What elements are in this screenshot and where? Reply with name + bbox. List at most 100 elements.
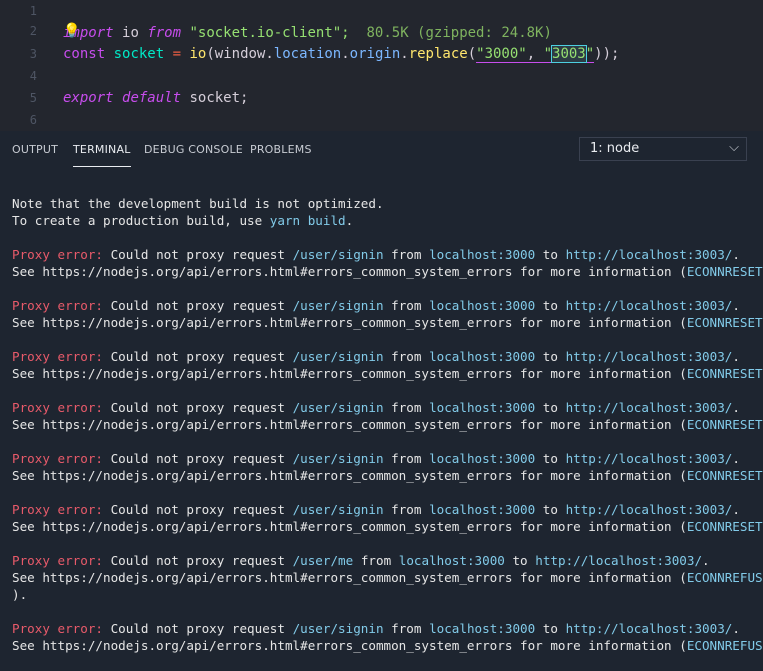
proxy-error-info-line: See https://nodejs.org/api/errors.html#e… — [12, 365, 757, 382]
tab-output[interactable]: OUTPUT — [12, 143, 58, 161]
terminal-select-value: 1: node — [590, 141, 639, 156]
code-line-6[interactable]: 6 — [0, 109, 763, 131]
proxy-error-line: Proxy error: Could not proxy request /us… — [12, 348, 757, 365]
bottom-panel: OUTPUT TERMINAL DEBUG CONSOLE PROBLEMS 1… — [0, 131, 763, 664]
terminal-text: . — [732, 451, 740, 466]
proxy-error-info-line: See https://nodejs.org/api/errors.html#e… — [12, 637, 757, 654]
terminal-text: to — [535, 247, 565, 262]
target-url: http://localhost:3003/ — [566, 451, 733, 466]
target-url: http://localhost:3003/ — [566, 298, 733, 313]
error-code: ECONNREFUSED — [687, 638, 763, 653]
proxy-error-line: Proxy error: Could not proxy request /us… — [12, 399, 757, 416]
terminal-select[interactable]: 1: node ⌵ — [579, 137, 747, 161]
terminal-text: from — [384, 349, 430, 364]
target-url: http://localhost:3003/ — [535, 553, 702, 568]
proxy-error-info-line: See https://nodejs.org/api/errors.html#e… — [12, 569, 757, 586]
terminal-text: Could not proxy request — [103, 349, 293, 364]
terminal-text: from — [384, 502, 430, 517]
proxy-error-line: Proxy error: Could not proxy request /us… — [12, 620, 757, 637]
terminal-text: See https://nodejs.org/api/errors.html#e… — [12, 417, 687, 432]
identifier-socket: socket; — [189, 90, 248, 106]
terminal-text: . — [732, 400, 740, 415]
code-line-2[interactable]: 2 💡 — [0, 20, 763, 42]
proxy-error-label: Proxy error: — [12, 502, 103, 517]
terminal-output[interactable]: Note that the development build is not o… — [12, 195, 757, 671]
terminal-blank-line — [12, 280, 757, 297]
terminal-text: . — [732, 349, 740, 364]
terminal-blank-line — [12, 654, 757, 671]
terminal-text: . — [346, 213, 354, 228]
code-line-5[interactable]: 5 export default socket; — [0, 87, 763, 109]
panel-tabs: OUTPUT TERMINAL DEBUG CONSOLE PROBLEMS 1… — [0, 131, 763, 169]
terminal-text: from — [384, 247, 430, 262]
terminal-text: See https://nodejs.org/api/errors.html#e… — [12, 519, 687, 534]
terminal-text: . — [702, 553, 710, 568]
code-editor[interactable]: 1 import io from "socket.io-client"; 80.… — [0, 0, 763, 131]
terminal-text: . — [732, 502, 740, 517]
proxy-error-label: Proxy error: — [12, 553, 103, 568]
dot: . — [341, 46, 349, 62]
line-number: 5 — [0, 87, 37, 109]
terminal-text: Could not proxy request — [103, 247, 293, 262]
terminal-text: See https://nodejs.org/api/errors.html#e… — [12, 638, 687, 653]
dot: . — [265, 46, 273, 62]
code-line-4[interactable]: 4 — [0, 65, 763, 87]
proxy-error-label: Proxy error: — [12, 247, 103, 262]
proxy-error-label: Proxy error: — [12, 298, 103, 313]
function-io: io — [189, 46, 206, 62]
proxy-error-label: Proxy error: — [12, 621, 103, 636]
tab-debug-console[interactable]: DEBUG CONSOLE — [144, 143, 243, 161]
operator-equals: = — [173, 46, 181, 62]
keyword-default: default — [122, 90, 181, 106]
terminal-text: . — [732, 621, 740, 636]
error-code: ECONNRESET — [687, 519, 763, 534]
terminal-text: from — [384, 400, 430, 415]
tab-terminal[interactable]: TERMINAL — [73, 143, 131, 167]
line-number: 2 — [0, 20, 37, 42]
terminal-text: Could not proxy request — [103, 502, 293, 517]
prop-origin: origin — [350, 46, 401, 62]
proxy-error-line: Proxy error: Could not proxy request /us… — [12, 501, 757, 518]
line-number: 4 — [0, 65, 37, 87]
keyword-const: const — [63, 46, 105, 62]
target-url: http://localhost:3003/ — [566, 502, 733, 517]
proxy-error-info-line: See https://nodejs.org/api/errors.html#e… — [12, 518, 757, 535]
terminal-text: to — [535, 451, 565, 466]
code-line-1[interactable]: 1 import io from "socket.io-client"; 80.… — [0, 0, 763, 22]
terminal-blank-line — [12, 484, 757, 501]
terminal-blank-line — [12, 382, 757, 399]
source-host: localhost:3000 — [429, 298, 535, 313]
terminal-text: See https://nodejs.org/api/errors.html#e… — [12, 570, 687, 585]
lightbulb-icon[interactable]: 💡 — [63, 23, 80, 39]
dot: . — [400, 46, 408, 62]
proxy-error-info-line: See https://nodejs.org/api/errors.html#e… — [12, 314, 757, 331]
terminal-text: Could not proxy request — [103, 553, 293, 568]
terminal-text: to — [535, 621, 565, 636]
terminal-line: To create a production build, use yarn b… — [12, 212, 757, 229]
terminal-blank-line — [12, 433, 757, 450]
terminal-text: . — [732, 247, 740, 262]
terminal-text: to — [535, 349, 565, 364]
error-code: ECONNRESET — [687, 417, 763, 432]
tab-problems[interactable]: PROBLEMS — [250, 143, 312, 161]
source-host: localhost:3000 — [429, 621, 535, 636]
terminal-text: To create a production build, use — [12, 213, 270, 228]
request-path: /user/signin — [293, 502, 384, 517]
request-path: /user/signin — [293, 451, 384, 466]
keyword-export: export — [63, 90, 114, 106]
proxy-error-line: Proxy error: Could not proxy request /us… — [12, 450, 757, 467]
error-code: ECONNRESET — [687, 315, 763, 330]
selected-text[interactable]: 3003 — [552, 46, 586, 62]
code-line-3[interactable]: 3 const socket = io(window.location.orig… — [0, 43, 763, 65]
proxy-error-label: Proxy error: — [12, 400, 103, 415]
terminal-text: See https://nodejs.org/api/errors.html#e… — [12, 468, 687, 483]
line-number: 1 — [0, 0, 37, 22]
request-path: /user/signin — [293, 621, 384, 636]
paren-open: ( — [468, 46, 476, 62]
proxy-error-wrap-line: ). — [12, 586, 757, 603]
terminal-text: from — [384, 451, 430, 466]
proxy-error-label: Proxy error: — [12, 451, 103, 466]
terminal-blank-line — [12, 535, 757, 552]
terminal-text: from — [384, 621, 430, 636]
proxy-error-info-line: See https://nodejs.org/api/errors.html#e… — [12, 467, 757, 484]
